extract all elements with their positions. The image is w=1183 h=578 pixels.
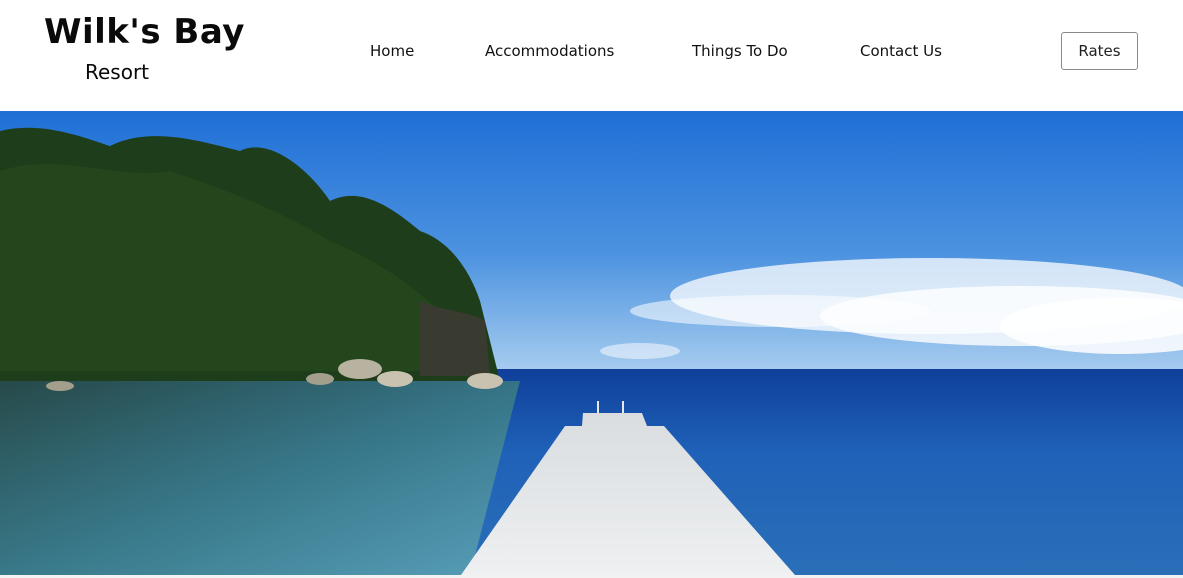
nav-home[interactable]: Home — [370, 42, 414, 60]
logo-subtitle[interactable]: Resort — [85, 60, 149, 84]
nav-accommodations[interactable]: Accommodations — [485, 42, 614, 60]
logo-title[interactable]: Wilk's Bay — [44, 12, 245, 52]
hero-image — [0, 111, 1183, 575]
nav-things-to-do[interactable]: Things To Do — [692, 42, 788, 60]
nav-contact-us[interactable]: Contact Us — [860, 42, 942, 60]
rates-button[interactable]: Rates — [1061, 32, 1138, 70]
beach-pier-photo — [0, 111, 1183, 575]
site-header: Wilk's Bay Resort Home Accommodations Th… — [0, 0, 1183, 111]
